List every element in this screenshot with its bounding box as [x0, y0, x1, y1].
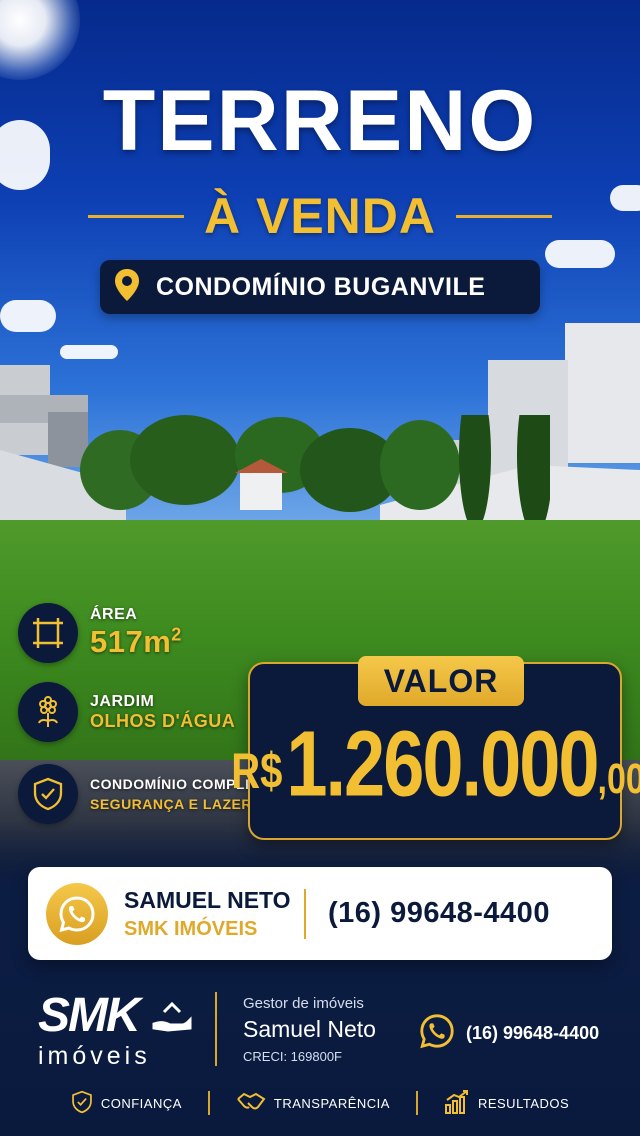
values-row: CONFIANÇA TRANSPARÊNCIA RESULTADOS: [0, 1088, 640, 1118]
feature-area-value: 517m2: [90, 624, 182, 659]
flower-icon: [18, 682, 78, 742]
agent-creci: CRECI: 169800F: [243, 1049, 342, 1064]
subtitle-row: À VENDA: [0, 188, 640, 244]
contact-company: SMK IMÓVEIS: [124, 917, 258, 940]
card-divider: [304, 888, 306, 939]
bar-chart-icon: [444, 1089, 470, 1118]
price-cents: ,00: [597, 755, 640, 804]
handshake-icon: [236, 1091, 266, 1116]
decorative-line-left: [87, 214, 184, 218]
feature-garden: JARDIM OLHOS D'ÁGUA: [18, 682, 235, 742]
feature-area: ÁREA 517m2: [18, 603, 182, 663]
page-subtitle: À VENDA: [203, 188, 437, 244]
value-label: RESULTADOS: [477, 1095, 570, 1111]
value-transparencia: TRANSPARÊNCIA: [236, 1091, 390, 1116]
contact-names: SAMUEL NETO SMK IMÓVEIS: [124, 887, 300, 941]
page-title: TERRENO: [102, 73, 538, 169]
value-label: TRANSPARÊNCIA: [273, 1095, 390, 1111]
shield-check-icon: [71, 1090, 93, 1117]
background-scene: [0, 0, 640, 1136]
price-amount: 1.260.000: [286, 711, 599, 816]
feature-garden-label: JARDIM: [90, 692, 155, 710]
contact-phone[interactable]: (16) 99648-4400: [328, 897, 550, 930]
value-label: CONFIANÇA: [100, 1095, 182, 1111]
smk-logo: SMK imóveis: [38, 992, 198, 1070]
logo-sub: imóveis: [38, 1042, 151, 1070]
decorative-line-right: [456, 214, 553, 218]
agent-name: Samuel Neto: [243, 1016, 376, 1042]
feature-area-label: ÁREA: [90, 606, 138, 623]
price-currency: R$: [231, 744, 283, 800]
contact-name: SAMUEL NETO: [124, 886, 291, 913]
price-value: R$ 1.260.000 ,00: [231, 712, 640, 822]
value-confianca: CONFIANÇA: [71, 1090, 182, 1117]
agent-role: Gestor de imóveis: [243, 995, 364, 1012]
price-tag: VALOR: [358, 656, 524, 706]
location-label: CONDOMÍNIO BUGANVILE: [156, 272, 486, 301]
whatsapp-icon[interactable]: [418, 1012, 456, 1055]
location-pin-icon: [114, 268, 140, 307]
feature-garden-value: OLHOS D'ÁGUA: [90, 710, 236, 731]
trees-illustration: [80, 415, 550, 530]
location-badge: CONDOMÍNIO BUGANVILE: [100, 260, 540, 314]
footer-divider: [215, 992, 217, 1066]
hand-house-icon: [152, 998, 192, 1039]
shield-check-icon: [18, 764, 78, 824]
value-separator: [207, 1091, 210, 1115]
whatsapp-icon[interactable]: [46, 882, 108, 945]
agent-info: Gestor de imóveis Samuel Neto CRECI: 169…: [243, 995, 376, 1064]
area-icon: [18, 603, 78, 663]
value-resultados: RESULTADOS: [444, 1089, 569, 1118]
value-separator: [415, 1091, 418, 1115]
footer-phone-number[interactable]: (16) 99648-4400: [466, 1023, 599, 1044]
contact-card[interactable]: SAMUEL NETO SMK IMÓVEIS (16) 99648-4400: [28, 867, 612, 960]
footer-phone[interactable]: (16) 99648-4400: [418, 1012, 599, 1055]
